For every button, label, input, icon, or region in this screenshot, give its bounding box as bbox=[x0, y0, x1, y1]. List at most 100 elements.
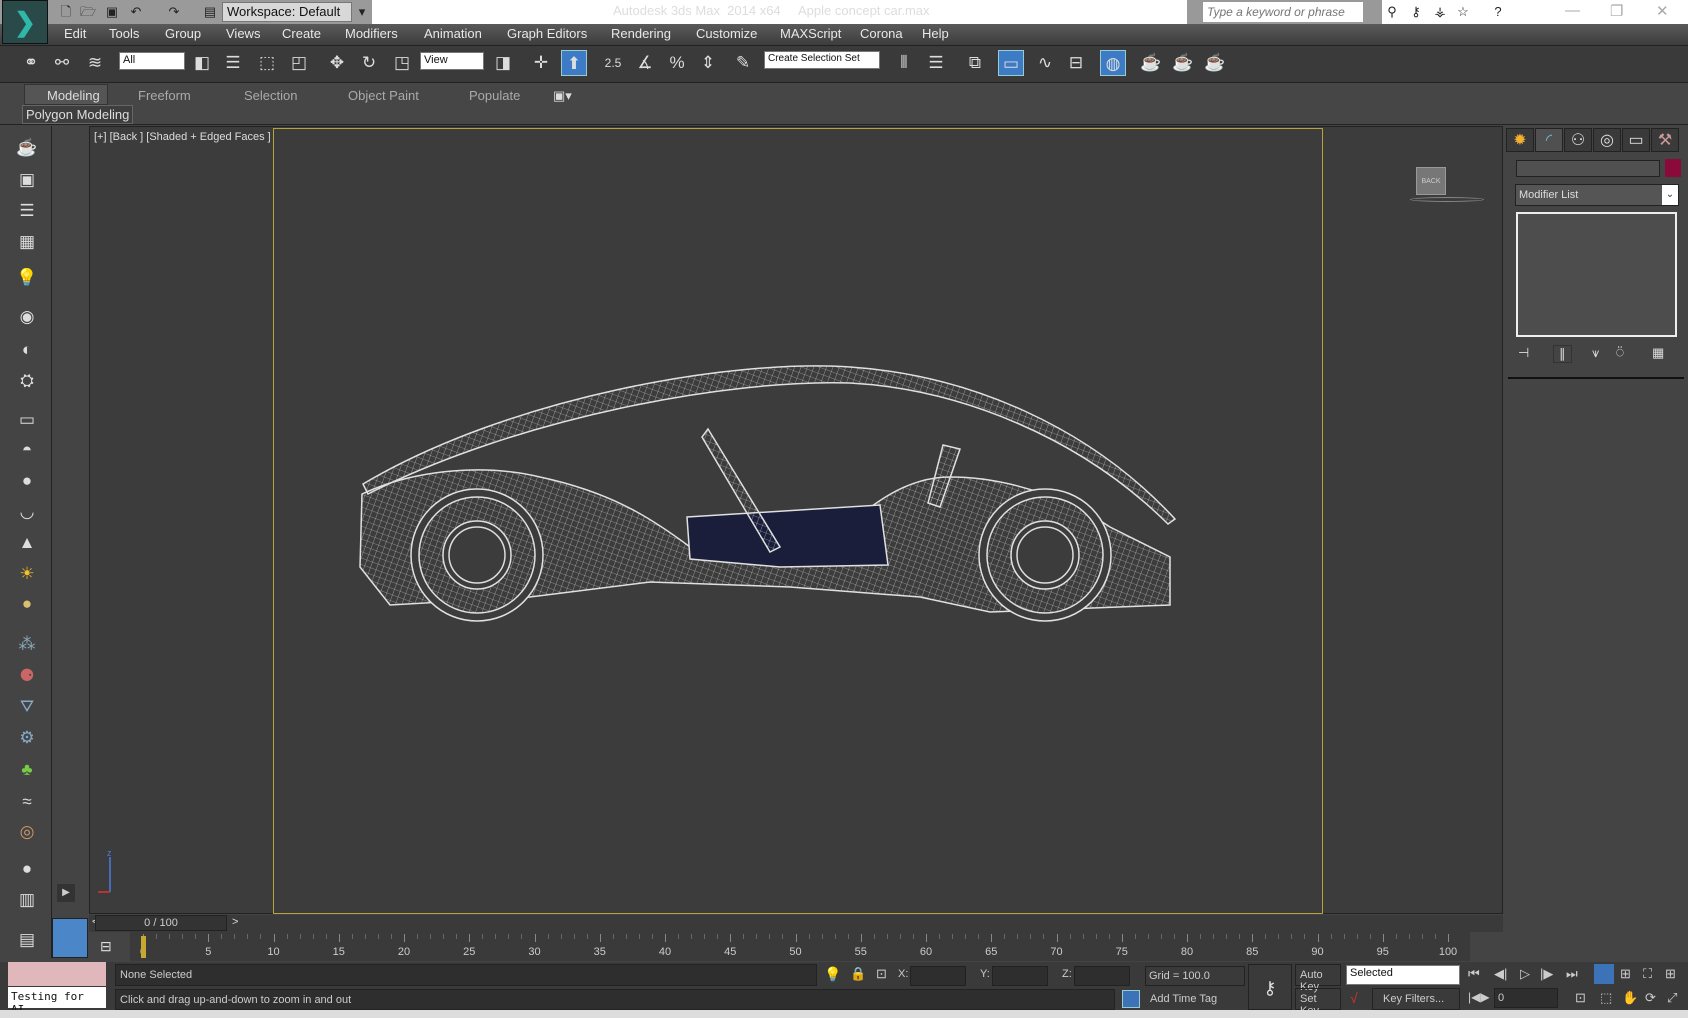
layer-manager-icon[interactable]: ⧉ bbox=[962, 50, 988, 76]
curve-editor-icon[interactable]: ∿ bbox=[1032, 50, 1058, 76]
bind-space-warp-icon[interactable]: ≋ bbox=[82, 50, 108, 76]
utility-icon[interactable]: ▤ bbox=[14, 928, 40, 952]
qa-customize-icon[interactable]: ▾ bbox=[354, 4, 370, 20]
rendered-frame-window-icon[interactable]: ☕ bbox=[1170, 50, 1196, 76]
image-icon[interactable]: ▣ bbox=[14, 168, 40, 192]
rectangular-selection-icon[interactable]: ⬚ bbox=[254, 50, 280, 76]
modifier-stack[interactable] bbox=[1516, 212, 1677, 337]
maxscript-mini-listener[interactable] bbox=[8, 962, 106, 986]
go-to-start-icon[interactable]: ⏮ bbox=[1468, 966, 1480, 982]
redo-icon[interactable]: ↷ bbox=[166, 4, 182, 20]
pivot-center-icon[interactable]: ◨ bbox=[490, 50, 516, 76]
maximize-viewport-icon[interactable]: ⤢ bbox=[1667, 990, 1677, 1006]
region-zoom-icon[interactable]: ⬚ bbox=[1600, 990, 1612, 1006]
new-file-icon[interactable]: 🗋 bbox=[58, 4, 74, 20]
scene-explorer-icon[interactable]: ▭ bbox=[998, 50, 1024, 76]
hierarchy-tab-icon[interactable]: ⚇ bbox=[1564, 128, 1592, 152]
selection-filter-dropdown[interactable]: All bbox=[119, 52, 185, 70]
unlink-icon[interactable]: ⚯ bbox=[49, 50, 75, 76]
close-button[interactable]: ✕ bbox=[1656, 2, 1669, 20]
undo-icon[interactable]: ↶ bbox=[128, 4, 144, 20]
percent-snap-icon[interactable]: % bbox=[664, 50, 690, 76]
keyboard-shortcut-override-icon[interactable]: ⬆ bbox=[561, 50, 587, 76]
pin-stack-icon[interactable]: ⊣ bbox=[1518, 345, 1529, 361]
play-icon[interactable]: ▷ bbox=[1520, 966, 1530, 982]
window-crossing-icon[interactable]: ◰ bbox=[286, 50, 312, 76]
select-object-icon[interactable]: ◧ bbox=[189, 50, 215, 76]
lock-selection-icon[interactable]: 🔒 bbox=[850, 966, 866, 982]
move-icon[interactable]: ✥ bbox=[324, 50, 350, 76]
teapot-icon[interactable]: ☕ bbox=[14, 136, 40, 160]
grid-table-icon[interactable]: ▦ bbox=[14, 230, 40, 254]
current-frame-marker[interactable] bbox=[141, 936, 146, 958]
link-icon[interactable]: ⚭ bbox=[18, 50, 44, 76]
select-by-name-icon[interactable]: ☰ bbox=[220, 50, 246, 76]
key-mode-toggle-icon[interactable]: |◀▶ bbox=[1468, 990, 1490, 1004]
utilities-tab-icon[interactable]: ⚒ bbox=[1651, 128, 1679, 152]
menu-customize[interactable]: Customize bbox=[696, 26, 757, 41]
zoom-icon[interactable] bbox=[1594, 964, 1614, 984]
key-filters-button[interactable]: Key Filters... bbox=[1372, 988, 1460, 1010]
cone-icon[interactable]: ▲ bbox=[14, 531, 40, 555]
ribbon-tab-object-paint[interactable]: Object Paint bbox=[348, 88, 419, 103]
reference-coordinate-dropdown[interactable]: View bbox=[420, 52, 484, 70]
plant-icon[interactable]: ♣ bbox=[14, 758, 40, 782]
menu-views[interactable]: Views bbox=[226, 26, 260, 41]
x-coordinate-field[interactable] bbox=[910, 966, 966, 986]
search-input[interactable] bbox=[1203, 2, 1363, 22]
bowl-icon[interactable]: ◡ bbox=[14, 500, 40, 524]
named-selection-sets-dropdown[interactable]: Create Selection Set bbox=[764, 51, 880, 69]
restore-button[interactable]: ❐ bbox=[1610, 2, 1623, 20]
orbit-icon[interactable]: ⟳ bbox=[1645, 990, 1656, 1006]
key-icon[interactable]: ⚷ bbox=[1408, 4, 1424, 20]
expand-toolbar-button[interactable]: ▶ bbox=[57, 884, 75, 902]
key-tangent-icon[interactable]: √ bbox=[1350, 990, 1358, 1006]
sun-icon[interactable]: ☀ bbox=[14, 562, 40, 586]
previous-frame-icon[interactable]: ◀| bbox=[1494, 966, 1507, 982]
chart-icon[interactable]: ▥ bbox=[14, 888, 40, 912]
zoom-all-icon[interactable]: ⊞ bbox=[1620, 966, 1631, 982]
set-key-button[interactable]: Set Key bbox=[1295, 988, 1341, 1017]
menu-corona[interactable]: Corona bbox=[860, 26, 903, 41]
field-of-view-icon[interactable]: ⊡ bbox=[1575, 990, 1586, 1006]
zoom-extents-all-icon[interactable]: ⊞ bbox=[1665, 966, 1676, 982]
menu-help[interactable]: Help bbox=[922, 26, 949, 41]
zoom-extents-icon[interactable]: ⛶ bbox=[1643, 966, 1652, 982]
menu-modifiers[interactable]: Modifiers bbox=[345, 26, 398, 41]
configure-modifier-sets-icon[interactable]: ▦ bbox=[1652, 345, 1664, 361]
menu-edit[interactable]: Edit bbox=[64, 26, 86, 41]
go-to-end-icon[interactable]: ⏭ bbox=[1566, 966, 1578, 982]
mirror-icon[interactable]: ⫴ bbox=[891, 50, 917, 76]
angle-snap-icon[interactable]: ∡ bbox=[632, 50, 658, 76]
z-coordinate-field[interactable] bbox=[1074, 966, 1130, 986]
modify-tab-icon[interactable]: ◜ bbox=[1535, 128, 1563, 152]
create-tab-icon[interactable]: ✹ bbox=[1506, 128, 1534, 152]
cloth-icon[interactable]: ◎ bbox=[14, 820, 40, 844]
star-icon[interactable]: ☆ bbox=[1455, 4, 1471, 20]
object-name-field[interactable] bbox=[1516, 160, 1660, 177]
modifier-list-dropdown[interactable]: Modifier List ⌄ bbox=[1515, 184, 1679, 206]
time-slider[interactable]: 0 / 100 bbox=[95, 915, 227, 931]
edit-named-selection-icon[interactable]: ✎ bbox=[730, 50, 756, 76]
dynamics-icon[interactable]: ⚈ bbox=[14, 664, 40, 688]
plane-icon[interactable]: ▭ bbox=[14, 408, 40, 432]
motion-tab-icon[interactable]: ◎ bbox=[1593, 128, 1621, 152]
app-menu-button[interactable]: ❯ bbox=[2, 0, 48, 44]
curve-editor-toggle-icon[interactable]: ⊟ bbox=[100, 938, 112, 955]
ribbon-tab-freeform[interactable]: Freeform bbox=[138, 88, 191, 103]
camera-icon[interactable]: ◉ bbox=[14, 305, 40, 329]
save-icon[interactable]: ▣ bbox=[104, 4, 120, 20]
ribbon-tab-selection[interactable]: Selection bbox=[244, 88, 297, 103]
spinner-snap-icon[interactable]: ⇕ bbox=[695, 50, 721, 76]
hair-fur-icon[interactable]: ≈ bbox=[14, 790, 40, 814]
key-mode-dropdown[interactable]: Selected bbox=[1346, 965, 1460, 985]
workspace-dropdown[interactable]: Workspace: Default bbox=[222, 2, 352, 22]
ribbon-options-icon[interactable]: ▣▾ bbox=[553, 88, 572, 104]
absolute-mode-icon[interactable]: ⊡ bbox=[876, 966, 887, 982]
menu-maxscript[interactable]: MAXScript bbox=[780, 26, 841, 41]
set-key-icon[interactable]: ⚷ bbox=[1248, 964, 1292, 1010]
manipulate-icon[interactable]: ✛ bbox=[528, 50, 554, 76]
scale-icon[interactable]: ◳ bbox=[389, 50, 415, 76]
help-icon[interactable]: ? bbox=[1490, 4, 1506, 20]
sphere-icon[interactable]: ● bbox=[14, 469, 40, 493]
